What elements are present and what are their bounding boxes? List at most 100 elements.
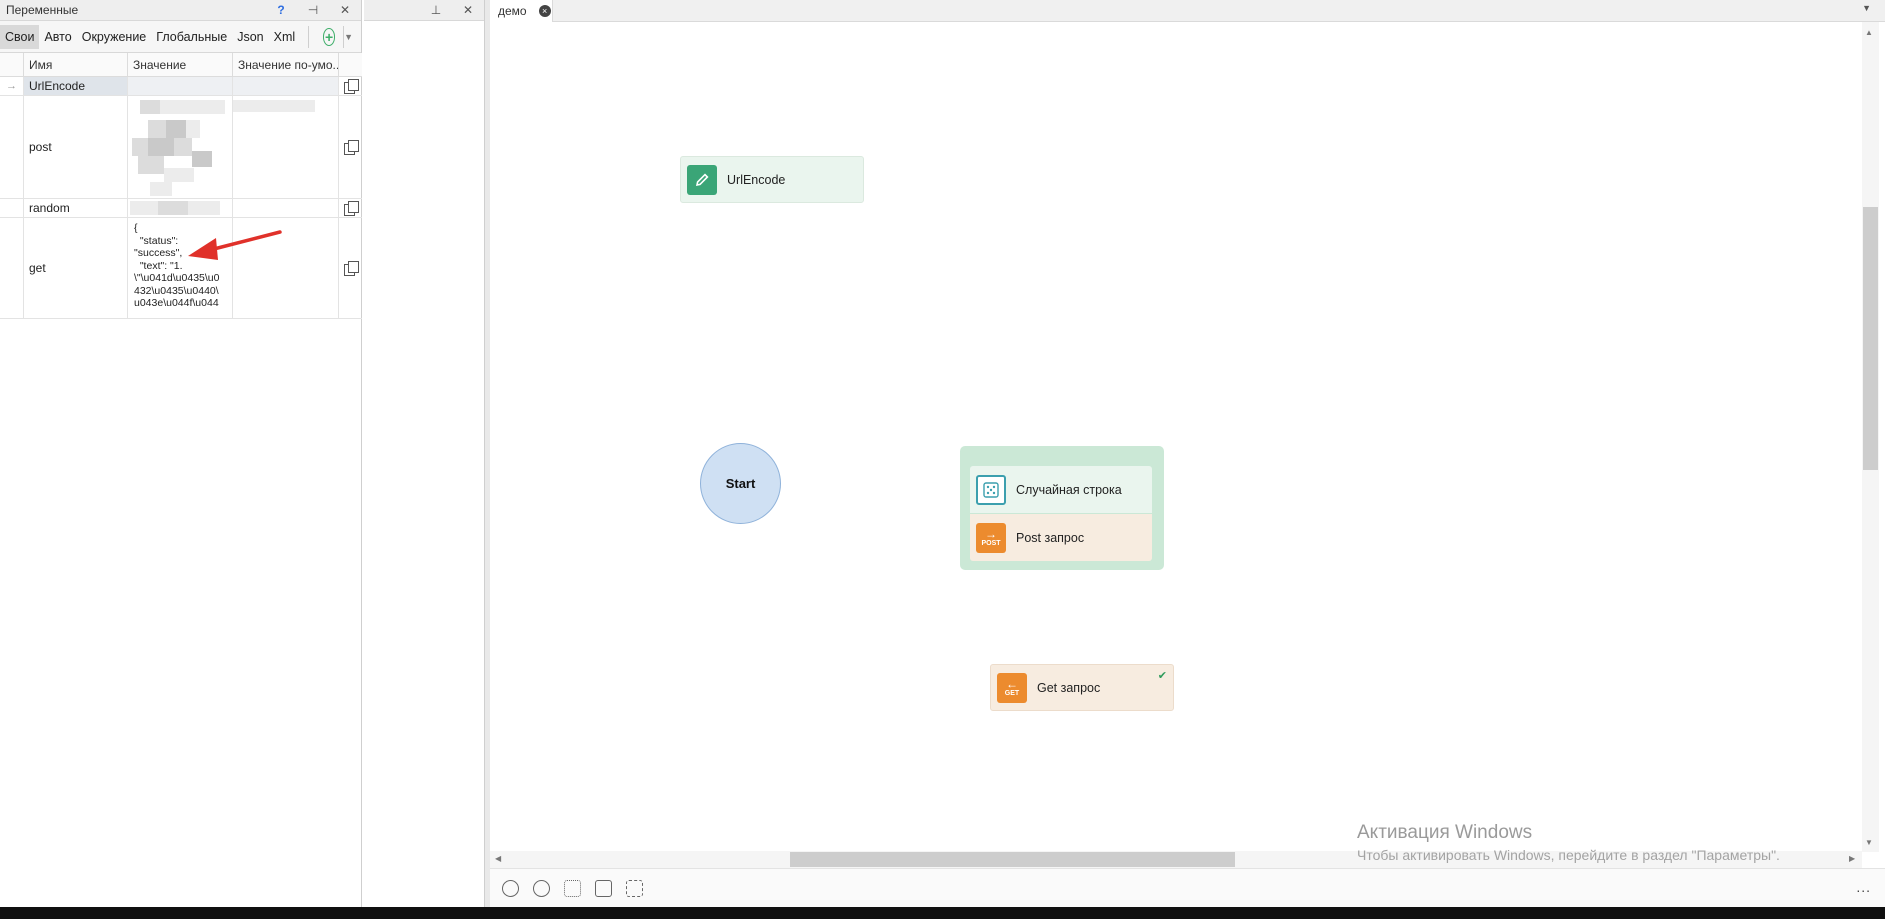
get-badge: GET xyxy=(1004,689,1020,697)
close-icon[interactable]: ✕ xyxy=(452,3,484,17)
tab-json[interactable]: Json xyxy=(232,25,268,49)
table-row[interactable]: post xyxy=(0,96,362,199)
variables-panel-header: Переменные ? ⊣ ✕ xyxy=(0,0,361,21)
add-block-icon[interactable] xyxy=(626,880,643,897)
tab-own[interactable]: Свои xyxy=(0,24,40,49)
grid-icon[interactable] xyxy=(564,880,581,897)
scroll-left-icon[interactable]: ◀ xyxy=(495,854,501,863)
start-node[interactable]: Start xyxy=(700,443,781,524)
variable-value-blurred[interactable] xyxy=(128,199,233,217)
variable-value[interactable] xyxy=(128,77,233,95)
secondary-panel: ⊥ ✕ xyxy=(364,0,485,907)
vertical-scrollbar-thumb[interactable] xyxy=(1863,207,1878,470)
user-icon[interactable] xyxy=(533,880,550,897)
column-value[interactable]: Значение xyxy=(128,53,233,76)
blur-block xyxy=(132,138,148,156)
header-spacer xyxy=(339,53,362,76)
table-row[interactable]: random xyxy=(0,199,362,218)
row-spacer xyxy=(0,96,24,198)
blur-block xyxy=(186,120,200,138)
dice-icon xyxy=(976,474,1006,505)
node-group[interactable]: Случайная строка → POST Post запрос xyxy=(960,446,1164,570)
table-row[interactable]: get { "status": "success", "text": "1. \… xyxy=(0,218,362,319)
row-pointer-icon: → xyxy=(0,77,24,95)
tab-environment[interactable]: Окружение xyxy=(77,25,152,49)
variables-panel: Переменные ? ⊣ ✕ Свои Авто Окружение Гло… xyxy=(0,0,362,907)
canvas-toolbar: ... xyxy=(490,868,1885,907)
table-row[interactable]: → UrlEncode xyxy=(0,77,362,96)
blur-block xyxy=(166,120,186,138)
node-get-request[interactable]: ← GET Get запрос ✔ xyxy=(990,664,1174,711)
copy-icon[interactable] xyxy=(339,96,362,198)
pin-icon[interactable]: ⊥ xyxy=(420,3,452,17)
close-tab-icon[interactable]: × xyxy=(538,5,551,17)
scroll-down-icon[interactable]: ▼ xyxy=(1865,838,1873,847)
lock-icon[interactable] xyxy=(595,880,612,897)
variable-default-value[interactable] xyxy=(233,96,339,198)
blur-block xyxy=(174,138,192,156)
blur-block xyxy=(140,100,160,114)
variable-name[interactable]: get xyxy=(24,218,128,318)
settings-icon[interactable] xyxy=(502,880,519,897)
document-tab-title: демо xyxy=(498,4,527,18)
windows-activation-title: Активация Windows xyxy=(1357,822,1533,843)
row-spacer xyxy=(0,199,24,217)
blur-block xyxy=(138,156,164,174)
copy-icon[interactable] xyxy=(339,218,362,318)
node-label: Случайная строка xyxy=(1016,482,1122,497)
variable-name[interactable]: random xyxy=(24,199,128,217)
blur-block xyxy=(192,151,212,167)
node-urlencode[interactable]: UrlEncode xyxy=(680,156,864,203)
tab-xml[interactable]: Xml xyxy=(269,25,301,49)
success-check-icon: ✔ xyxy=(1157,670,1167,682)
blur-block xyxy=(233,100,315,112)
post-badge: POST xyxy=(981,539,1001,547)
horizontal-scrollbar-thumb[interactable] xyxy=(790,852,1235,867)
variables-table: Имя Значение Значение по-умо... → UrlEnc… xyxy=(0,53,362,319)
variable-default-value[interactable] xyxy=(233,199,339,217)
variable-name[interactable]: post xyxy=(24,96,128,198)
secondary-panel-header: ⊥ ✕ xyxy=(364,0,484,21)
project-canvas[interactable] xyxy=(490,22,1865,852)
copy-icon[interactable] xyxy=(339,199,362,217)
scroll-up-icon[interactable]: ▲ xyxy=(1865,28,1873,37)
row-spacer xyxy=(0,218,24,318)
header-spacer xyxy=(0,53,24,76)
document-tab[interactable]: демо × xyxy=(490,0,553,22)
node-random-string[interactable]: Случайная строка xyxy=(970,466,1152,513)
tab-divider xyxy=(308,25,309,48)
blur-block xyxy=(164,168,194,182)
chevron-down-icon[interactable]: ▼ xyxy=(1862,3,1871,13)
app-window: Переменные ? ⊣ ✕ Свои Авто Окружение Гло… xyxy=(0,0,1885,919)
tab-auto[interactable]: Авто xyxy=(39,25,76,49)
node-label: Get запрос xyxy=(1037,680,1101,695)
annotation-arrow-icon xyxy=(188,230,282,260)
variables-panel-title: Переменные xyxy=(6,3,79,17)
column-name[interactable]: Имя xyxy=(24,53,128,76)
node-label: UrlEncode xyxy=(727,172,786,187)
blur-block xyxy=(200,100,225,114)
get-icon: ← GET xyxy=(997,672,1027,703)
blur-block xyxy=(148,120,166,138)
blur-block xyxy=(150,182,172,196)
variable-name[interactable]: UrlEncode xyxy=(24,77,128,95)
help-icon[interactable]: ? xyxy=(265,3,297,17)
scroll-right-icon[interactable]: ▶ xyxy=(1849,854,1855,863)
variable-default-value[interactable] xyxy=(233,77,339,95)
copy-icon[interactable] xyxy=(339,77,362,95)
blur-block xyxy=(160,100,200,114)
variable-value-blurred[interactable] xyxy=(128,96,233,198)
chevron-down-icon[interactable]: ▼ xyxy=(344,32,353,42)
document-tabbar: демо × ▼ xyxy=(490,0,1885,22)
node-label: Post запрос xyxy=(1016,530,1085,545)
taskbar xyxy=(0,907,1885,919)
close-icon[interactable]: ✕ xyxy=(329,3,361,17)
add-variable-icon[interactable]: + xyxy=(322,27,336,46)
more-icon[interactable]: ... xyxy=(1856,879,1871,895)
pin-icon[interactable]: ⊣ xyxy=(297,3,329,17)
blur-block xyxy=(148,138,174,156)
node-post-request[interactable]: → POST Post запрос xyxy=(970,514,1152,561)
column-default-value[interactable]: Значение по-умо... xyxy=(233,53,339,76)
blur-block xyxy=(158,201,188,215)
tab-global[interactable]: Глобальные xyxy=(151,25,232,49)
